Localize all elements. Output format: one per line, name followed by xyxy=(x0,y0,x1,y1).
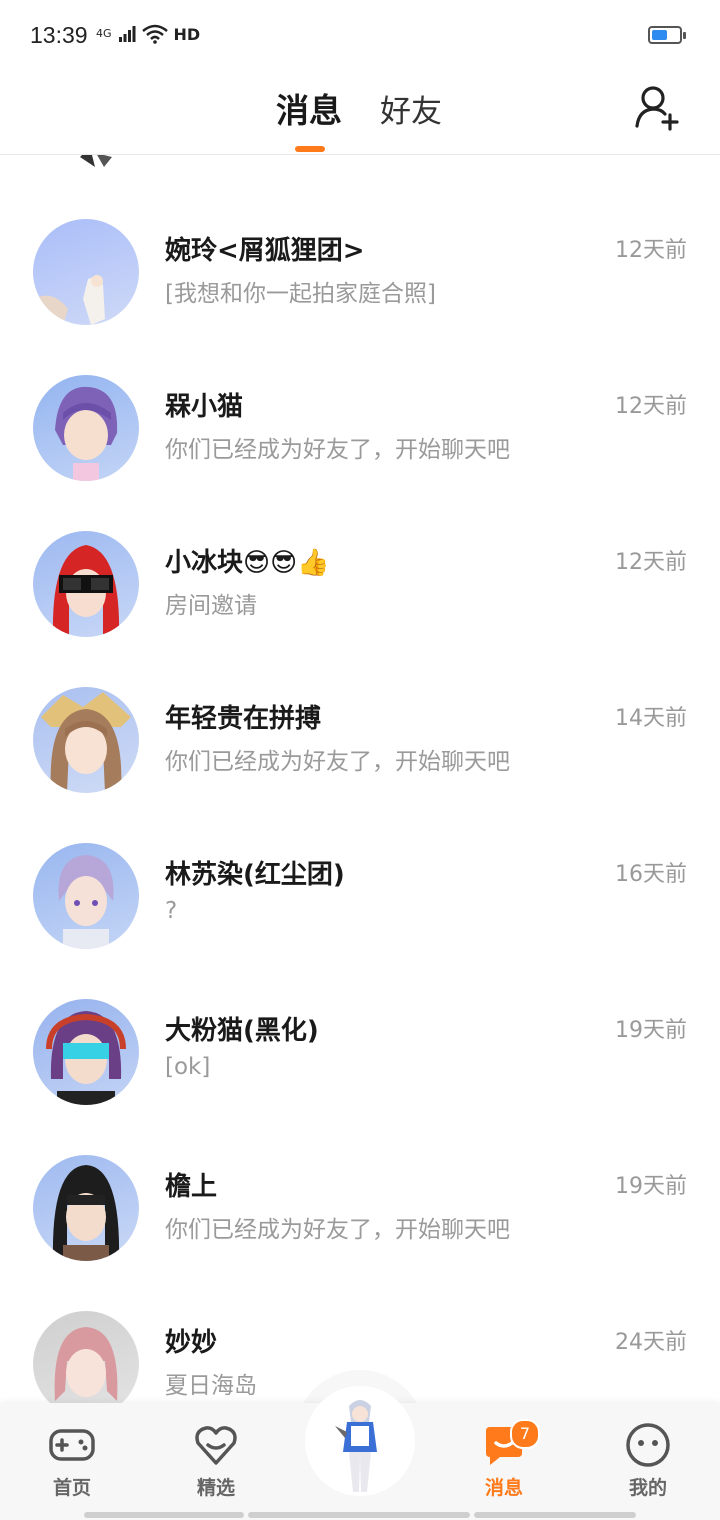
conversation-item[interactable]: 林苏染(红尘团) ? 16天前 xyxy=(0,834,720,990)
avatar xyxy=(33,219,139,325)
header: 消息 好友 xyxy=(0,70,720,155)
message-time: 16天前 xyxy=(615,862,687,887)
heart-icon xyxy=(195,1426,237,1465)
message-time: 14天前 xyxy=(615,706,687,731)
home-indicator-segment xyxy=(248,1512,470,1518)
signal-icon xyxy=(118,26,136,42)
add-user-icon[interactable] xyxy=(632,82,682,132)
contact-name: 檐上 xyxy=(165,1172,218,1202)
message-preview: 你们已经成为好友了，开始聊天吧 xyxy=(165,1217,510,1243)
gamepad-icon xyxy=(49,1429,95,1461)
avatar xyxy=(33,1155,139,1261)
hd-badge: HD xyxy=(173,24,201,44)
contact-name: 林苏染(红尘团) xyxy=(165,860,345,890)
nav-label-featured: 精选 xyxy=(196,1477,235,1499)
contact-name: 妙妙 xyxy=(165,1328,218,1358)
message-time: 19天前 xyxy=(615,1174,687,1199)
contact-name: 年轻贵在拼搏 xyxy=(165,704,322,734)
center-character-avatar[interactable] xyxy=(305,1386,415,1496)
avatar-figure xyxy=(46,1011,126,1105)
character-figure xyxy=(335,1400,377,1492)
conversation-item[interactable]: 大粉猫(黑化) [ok] 19天前 xyxy=(0,990,720,1146)
contact-name: 槑小猫 xyxy=(165,392,244,422)
message-time: 24天前 xyxy=(615,1330,687,1355)
avatar-figure xyxy=(33,275,105,325)
tab-friends[interactable]: 好友 xyxy=(380,86,442,131)
contact-name: 小冰块😎😎👍 xyxy=(165,548,330,578)
avatar xyxy=(33,687,139,793)
message-preview: [我想和你一起拍家庭合照] xyxy=(165,281,436,307)
nav-item-me[interactable]: 我的 xyxy=(598,1403,698,1513)
battery-level xyxy=(652,30,667,40)
message-preview: ? xyxy=(165,898,178,924)
conversation-item[interactable]: 年轻贵在拼搏 你们已经成为好友了，开始聊天吧 14天前 xyxy=(0,678,720,834)
conversation-item[interactable]: 小冰块😎😎👍 房间邀请 12天前 xyxy=(0,522,720,678)
smiley-icon xyxy=(626,1423,670,1467)
nav-item-messages[interactable]: 7 消息 xyxy=(454,1403,554,1513)
avatar-figure xyxy=(54,1327,118,1401)
active-tab-indicator xyxy=(295,146,325,152)
status-icons: 4G HD xyxy=(96,24,200,44)
avatar xyxy=(33,375,139,481)
nav-label-me: 我的 xyxy=(628,1477,667,1499)
nav-item-home[interactable]: 首页 xyxy=(22,1403,122,1513)
avatar xyxy=(33,843,139,949)
message-preview: 房间邀请 xyxy=(165,593,257,619)
nav-label-home: 首页 xyxy=(52,1477,91,1499)
message-list[interactable]: 婉玲<屑狐狸团> [我想和你一起拍家庭合照] 12天前 槑小猫 你们已经成为好友… xyxy=(0,155,720,1403)
avatar-figure xyxy=(52,545,120,637)
battery-icon xyxy=(648,26,686,44)
partial-avatar xyxy=(80,155,112,167)
unread-badge: 7 xyxy=(510,1419,540,1449)
wifi-icon xyxy=(141,24,168,44)
conversation-item[interactable]: 槑小猫 你们已经成为好友了，开始聊天吧 12天前 xyxy=(0,366,720,522)
message-time: 12天前 xyxy=(615,550,687,575)
conversation-item[interactable]: 檐上 你们已经成为好友了，开始聊天吧 19天前 xyxy=(0,1146,720,1302)
nav-item-featured[interactable]: 精选 xyxy=(166,1403,266,1513)
home-indicator-segment xyxy=(474,1512,636,1518)
message-time: 12天前 xyxy=(615,238,687,263)
message-time: 12天前 xyxy=(615,394,687,419)
avatar xyxy=(33,531,139,637)
avatar-figure xyxy=(41,692,131,793)
conversation-item[interactable]: 婉玲<屑狐狸团> [我想和你一起拍家庭合照] 12天前 xyxy=(0,210,720,366)
contact-name: 婉玲<屑狐狸团> xyxy=(165,236,365,266)
message-preview: 夏日海岛 xyxy=(165,1373,257,1399)
network-type: 4G xyxy=(96,27,112,40)
avatar-figure xyxy=(52,1165,120,1261)
tab-messages[interactable]: 消息 xyxy=(276,84,342,132)
message-preview: 你们已经成为好友了，开始聊天吧 xyxy=(165,749,510,775)
contact-name: 大粉猫(黑化) xyxy=(165,1016,319,1046)
avatar xyxy=(33,1311,139,1403)
nav-label-messages: 消息 xyxy=(484,1477,523,1499)
message-preview: 你们已经成为好友了，开始聊天吧 xyxy=(165,437,510,463)
status-bar: 13:39 4G HD xyxy=(0,0,720,70)
avatar-figure xyxy=(58,855,114,949)
message-preview: [ok] xyxy=(165,1054,211,1080)
home-indicator-segment xyxy=(84,1512,244,1518)
avatar-figure xyxy=(55,386,118,481)
status-time: 13:39 xyxy=(30,22,88,48)
message-time: 19天前 xyxy=(615,1018,687,1043)
avatar xyxy=(33,999,139,1105)
